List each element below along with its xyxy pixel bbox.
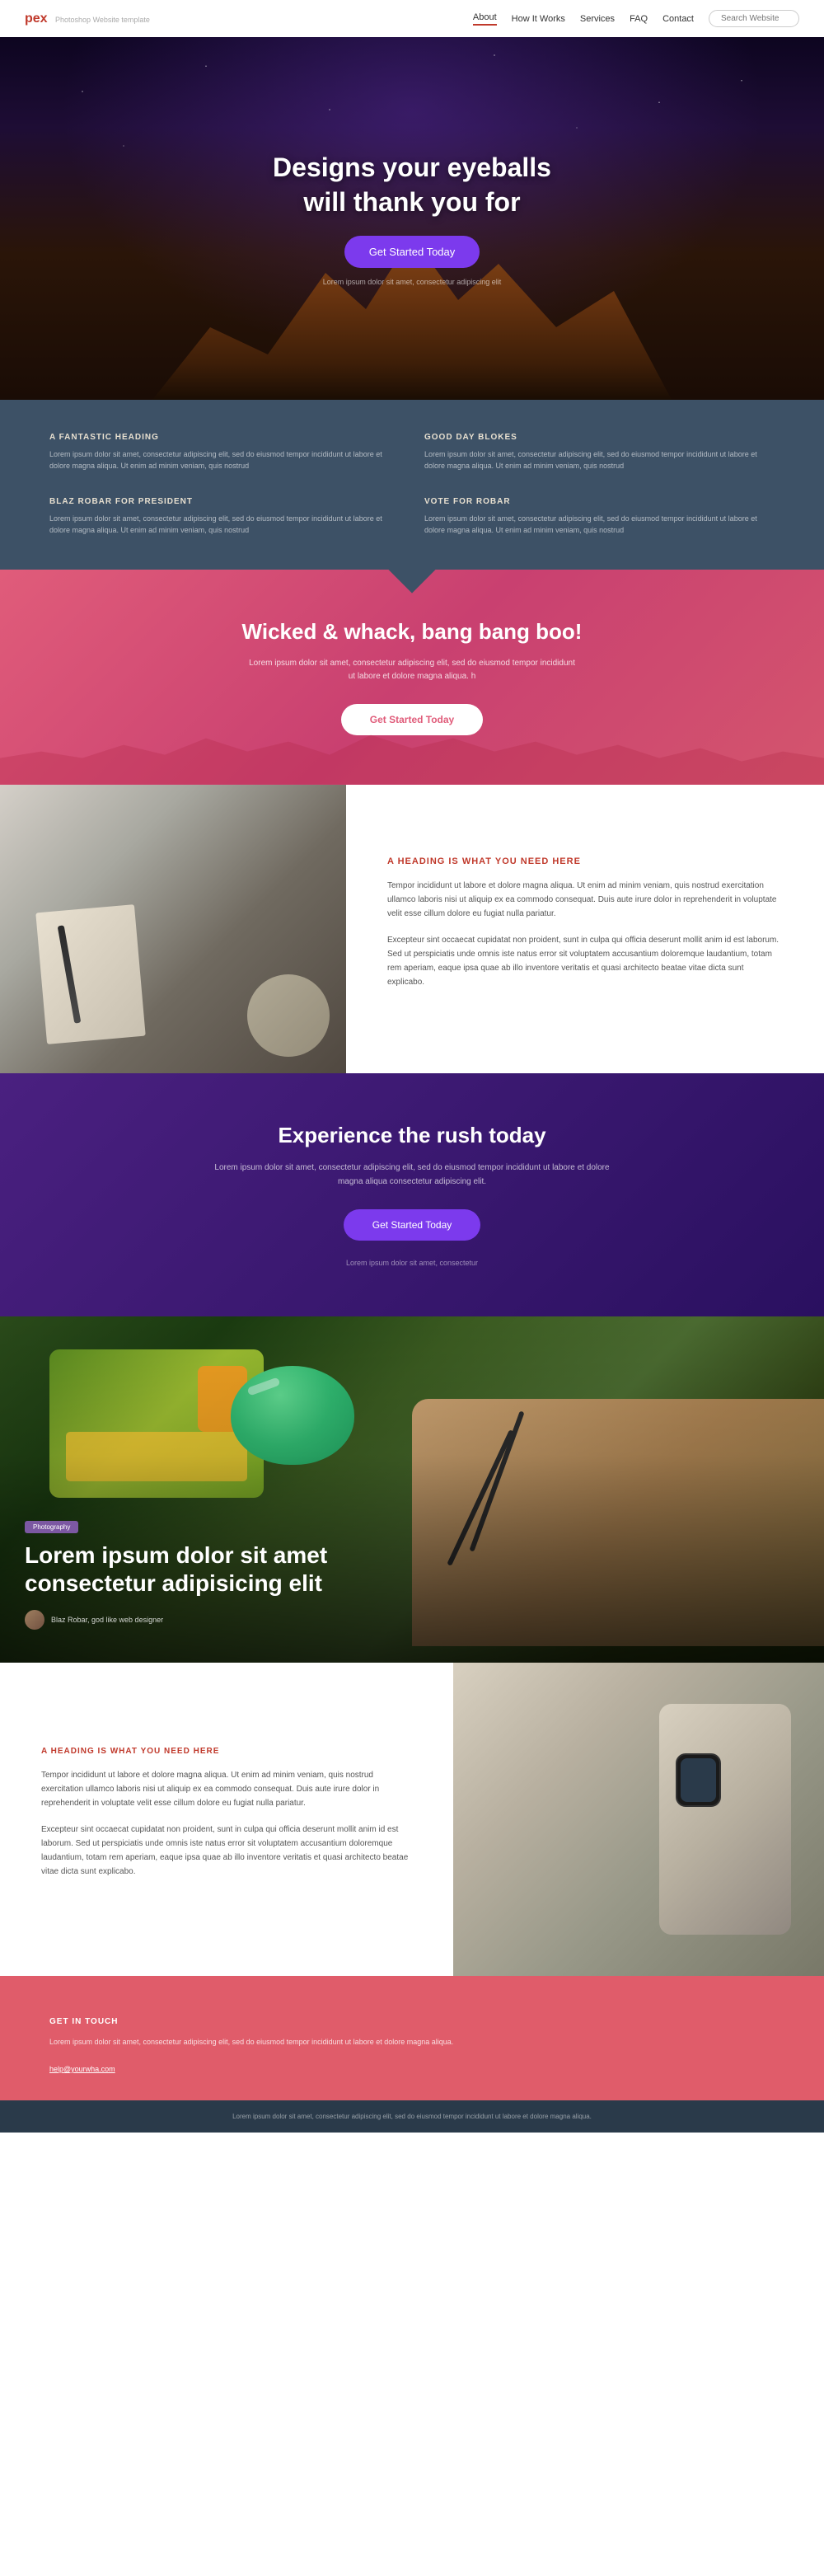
footer-email[interactable]: help@yourwha.com bbox=[49, 2065, 115, 2073]
image-side bbox=[453, 1663, 824, 1976]
split-text-1: Tempor incididunt ut labore et dolore ma… bbox=[387, 879, 783, 921]
feature-1-title: A FANTASTIC HEADING bbox=[49, 433, 400, 442]
search-input[interactable] bbox=[709, 10, 799, 27]
avatar-inner bbox=[25, 1610, 44, 1630]
feature-2-title: GOOD DAY BLOKES bbox=[424, 433, 775, 442]
content-image-section: A HEADING IS WHAT YOU NEED HERE Tempor i… bbox=[0, 1663, 824, 1976]
split-image bbox=[0, 785, 346, 1073]
photo-title: Lorem ipsum dolor sit ametconsectetur ad… bbox=[25, 1541, 799, 1597]
nav-services[interactable]: Services bbox=[580, 14, 615, 24]
pink-cta-button[interactable]: Get Started Today bbox=[341, 704, 483, 735]
feature-4-title: VOTE FOR ROBAR bbox=[424, 497, 775, 506]
footer-bottom-text: Lorem ipsum dolor sit amet, consectetur … bbox=[49, 2113, 775, 2120]
purple-footnote: Lorem ipsum dolor sit amet, consectetur bbox=[33, 1259, 791, 1267]
hero-title: Designs your eyeballswill thank you for bbox=[273, 151, 551, 219]
features-section: A FANTASTIC HEADING Lorem ipsum dolor si… bbox=[0, 400, 824, 570]
author-name: Blaz Robar, god like web designer bbox=[51, 1616, 163, 1624]
content-text-1: Tempor incididunt ut labore et dolore ma… bbox=[41, 1768, 412, 1810]
footer-text: Lorem ipsum dolor sit amet, consectetur … bbox=[49, 2036, 775, 2048]
purple-subtitle: Lorem ipsum dolor sit amet, consectetur … bbox=[206, 1161, 618, 1189]
navbar: pex Photoshop Website template About How… bbox=[0, 0, 824, 37]
nav-how-it-works[interactable]: How It Works bbox=[512, 14, 565, 24]
cup-decoration bbox=[247, 974, 330, 1057]
footer-red: GET IN TOUCH Lorem ipsum dolor sit amet,… bbox=[0, 1976, 824, 2100]
hero-subtitle: Lorem ipsum dolor sit amet, consectetur … bbox=[273, 278, 551, 286]
content-heading: A HEADING IS WHAT YOU NEED HERE bbox=[41, 1747, 412, 1756]
purple-title: Experience the rush today bbox=[33, 1123, 791, 1148]
footer-heading: GET IN TOUCH bbox=[49, 2017, 775, 2026]
feature-1-text: Lorem ipsum dolor sit amet, consectetur … bbox=[49, 448, 400, 472]
feature-4: VOTE FOR ROBAR Lorem ipsum dolor sit ame… bbox=[424, 497, 775, 537]
feature-3: BLAZ ROBAR FOR PRESIDENT Lorem ipsum dol… bbox=[49, 497, 400, 537]
content-text-2: Excepteur sint occaecat cupidatat non pr… bbox=[41, 1823, 412, 1879]
feature-3-text: Lorem ipsum dolor sit amet, consectetur … bbox=[49, 513, 400, 537]
pink-subtitle: Lorem ipsum dolor sit amet, consectetur … bbox=[247, 657, 577, 683]
feature-4-text: Lorem ipsum dolor sit amet, consectetur … bbox=[424, 513, 775, 537]
photo-content: Photography Lorem ipsum dolor sit ametco… bbox=[25, 1518, 799, 1629]
hero-content: Designs your eyeballswill thank you for … bbox=[273, 151, 551, 286]
pink-wave-decoration bbox=[387, 570, 437, 594]
nav-about[interactable]: About bbox=[473, 12, 497, 26]
split-text-2: Excepteur sint occaecat cupidatat non pr… bbox=[387, 933, 783, 989]
image-side-inner bbox=[453, 1663, 824, 1976]
feature-3-title: BLAZ ROBAR FOR PRESIDENT bbox=[49, 497, 400, 506]
hero-cta-button[interactable]: Get Started Today bbox=[344, 236, 480, 268]
pink-title: Wicked & whack, bang bang boo! bbox=[33, 619, 791, 645]
photo-author: Blaz Robar, god like web designer bbox=[25, 1610, 799, 1630]
nav-faq[interactable]: FAQ bbox=[630, 14, 648, 24]
footer-bottom: Lorem ipsum dolor sit amet, consectetur … bbox=[0, 2100, 824, 2133]
nav-links: About How It Works Services FAQ Contact bbox=[473, 10, 799, 27]
smartwatch bbox=[676, 1753, 721, 1807]
feature-2: GOOD DAY BLOKES Lorem ipsum dolor sit am… bbox=[424, 433, 775, 472]
author-avatar bbox=[25, 1610, 44, 1630]
pink-section: Wicked & whack, bang bang boo! Lorem ips… bbox=[0, 570, 824, 785]
photo-badge: Photography bbox=[25, 1521, 78, 1533]
split-section: A HEADING IS WHAT YOU NEED HERE Tempor i… bbox=[0, 785, 824, 1073]
purple-section: Experience the rush today Lorem ipsum do… bbox=[0, 1073, 824, 1316]
content-side: A HEADING IS WHAT YOU NEED HERE Tempor i… bbox=[0, 1663, 453, 1976]
photo-section: Photography Lorem ipsum dolor sit ametco… bbox=[0, 1316, 824, 1663]
feature-1: A FANTASTIC HEADING Lorem ipsum dolor si… bbox=[49, 433, 400, 472]
purple-cta-button[interactable]: Get Started Today bbox=[344, 1209, 481, 1241]
nav-contact[interactable]: Contact bbox=[662, 14, 694, 24]
logo: pex Photoshop Website template bbox=[25, 12, 150, 26]
hand-arm bbox=[659, 1704, 791, 1935]
feature-2-text: Lorem ipsum dolor sit amet, consectetur … bbox=[424, 448, 775, 472]
split-content: A HEADING IS WHAT YOU NEED HERE Tempor i… bbox=[346, 785, 824, 1073]
split-heading: A HEADING IS WHAT YOU NEED HERE bbox=[387, 856, 783, 866]
hero-section: Designs your eyeballswill thank you for … bbox=[0, 37, 824, 400]
notebook-decoration bbox=[35, 904, 145, 1044]
